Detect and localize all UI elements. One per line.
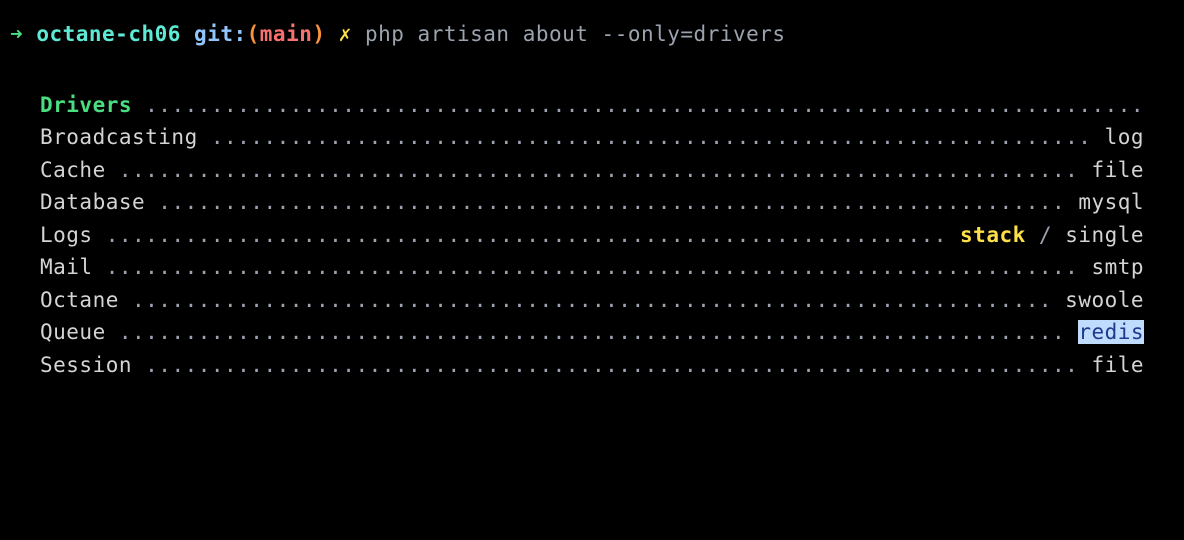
row-label: Queue bbox=[40, 320, 106, 344]
row-dots: ........................................… bbox=[93, 255, 1092, 279]
row-value: smtp bbox=[1091, 255, 1144, 279]
row-label: Database bbox=[40, 190, 145, 214]
output-row: Broadcasting ...........................… bbox=[40, 121, 1152, 154]
output-row: Session ................................… bbox=[40, 349, 1152, 382]
prompt-git-paren-close: ) bbox=[312, 22, 325, 46]
row-value: log bbox=[1105, 125, 1144, 149]
row-dots: ........................................… bbox=[93, 223, 960, 247]
shell-prompt-line: ➜ octane-ch06 git:(main) ✗ php artisan a… bbox=[0, 18, 1184, 51]
row-label: Logs bbox=[40, 223, 93, 247]
row-value-separator: / bbox=[1026, 223, 1065, 247]
output-row: Logs ...................................… bbox=[40, 219, 1152, 252]
command-output: Drivers ................................… bbox=[0, 89, 1184, 382]
prompt-command[interactable]: php artisan about --only=drivers bbox=[365, 22, 786, 46]
row-value: swoole bbox=[1065, 288, 1144, 312]
row-value: file bbox=[1091, 353, 1144, 377]
prompt-git-branch: main bbox=[260, 22, 313, 46]
section-dots: ........................................… bbox=[132, 93, 1144, 117]
row-dots: ........................................… bbox=[198, 125, 1105, 149]
row-value: mysql bbox=[1078, 190, 1144, 214]
output-row: Cache ..................................… bbox=[40, 154, 1152, 187]
row-label: Mail bbox=[40, 255, 93, 279]
section-header-row: Drivers ................................… bbox=[40, 89, 1152, 122]
row-value-highlighted: redis bbox=[1078, 320, 1144, 344]
output-row: Octane .................................… bbox=[40, 284, 1152, 317]
row-value-secondary: single bbox=[1065, 223, 1144, 247]
row-dots: ........................................… bbox=[106, 158, 1092, 182]
row-label: Octane bbox=[40, 288, 119, 312]
prompt-arrow-icon: ➜ bbox=[10, 22, 23, 46]
row-dots: ........................................… bbox=[106, 320, 1079, 344]
prompt-dirty-icon: ✗ bbox=[339, 22, 352, 46]
prompt-directory: octane-ch06 bbox=[36, 22, 181, 46]
row-label: Cache bbox=[40, 158, 106, 182]
prompt-git-paren-open: ( bbox=[247, 22, 260, 46]
prompt-git-label: git: bbox=[194, 22, 247, 46]
row-label: Broadcasting bbox=[40, 125, 198, 149]
output-row: Queue ..................................… bbox=[40, 316, 1152, 349]
output-row: Database ...............................… bbox=[40, 186, 1152, 219]
row-dots: ........................................… bbox=[145, 190, 1078, 214]
row-dots: ........................................… bbox=[132, 353, 1091, 377]
output-row: Mail ...................................… bbox=[40, 251, 1152, 284]
section-title: Drivers bbox=[40, 93, 132, 117]
row-dots: ........................................… bbox=[119, 288, 1065, 312]
row-value: file bbox=[1091, 158, 1144, 182]
row-value-primary: stack bbox=[960, 223, 1026, 247]
row-label: Session bbox=[40, 353, 132, 377]
